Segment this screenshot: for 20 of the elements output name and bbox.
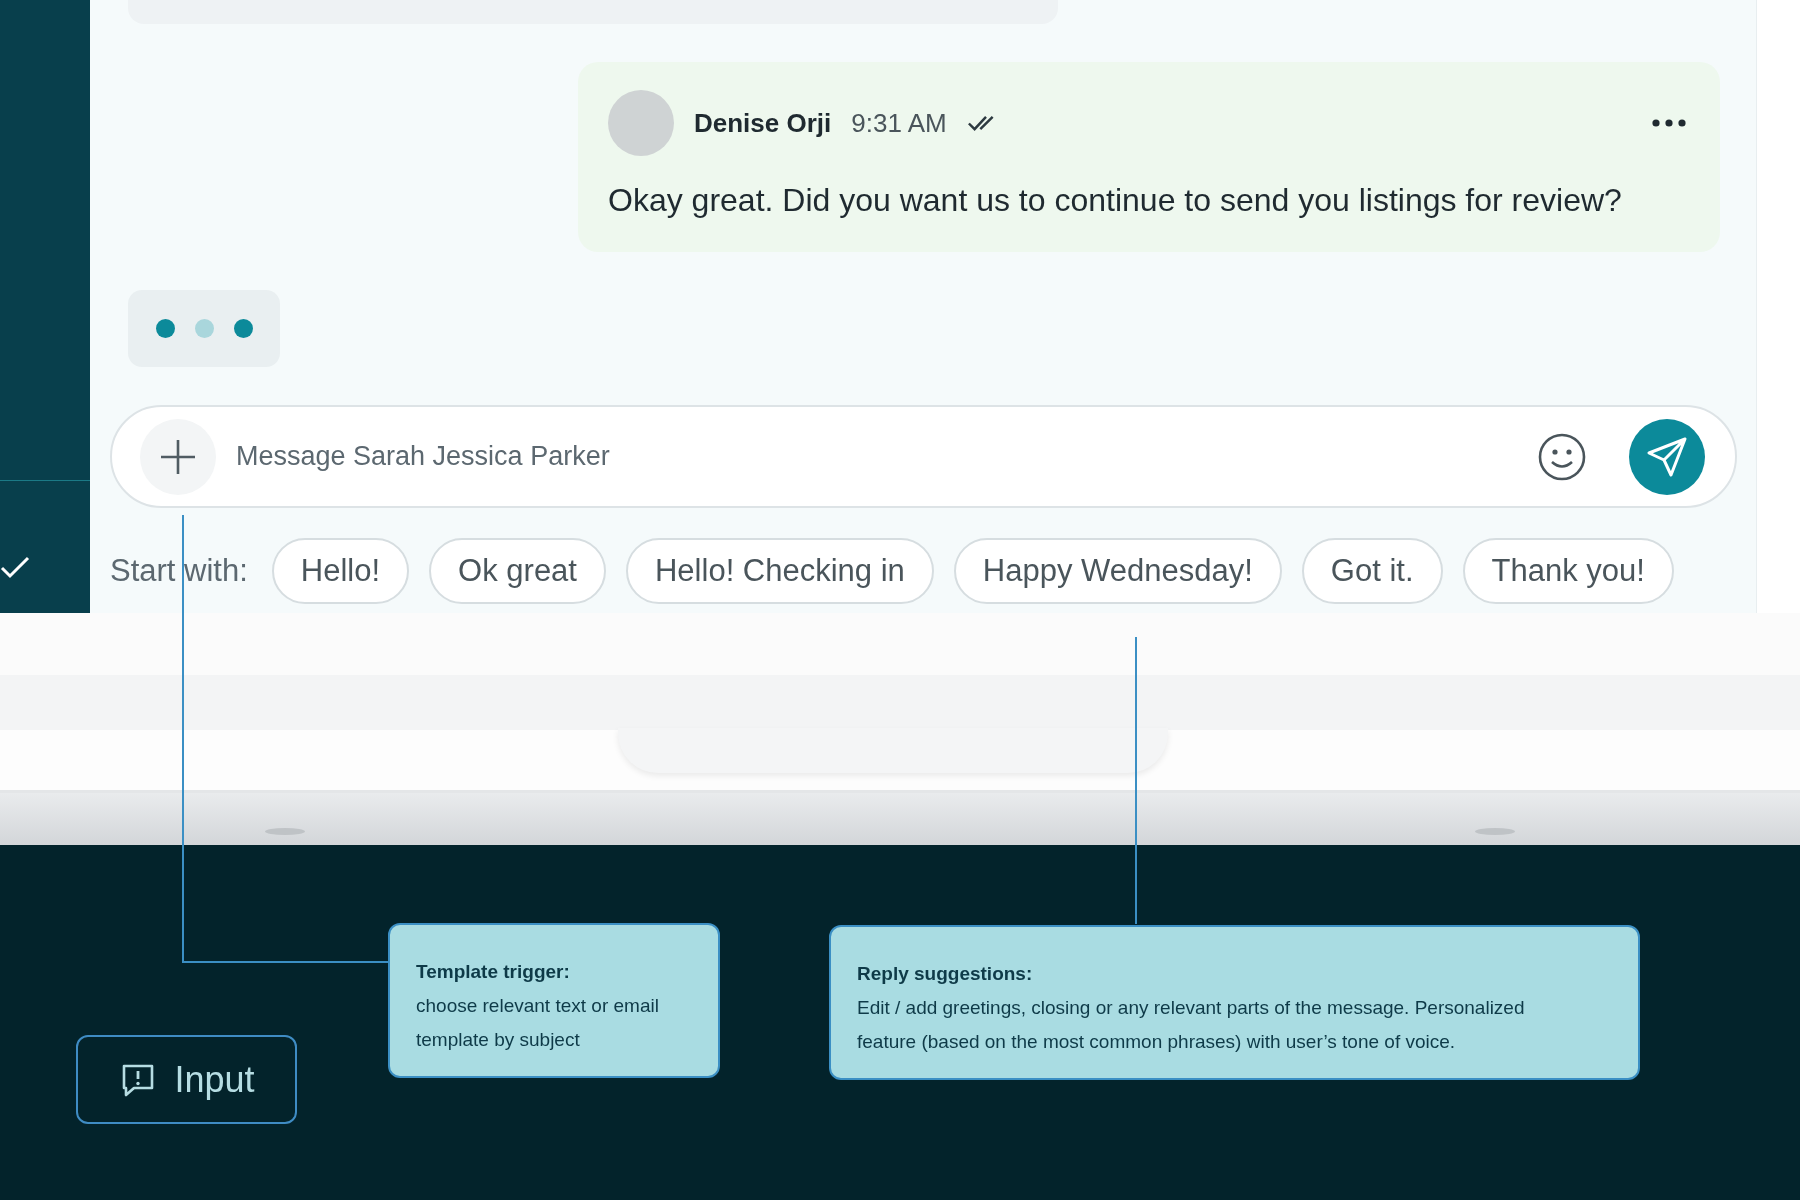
message-text: Okay great. Did you want us to continue to send you listings for review? bbox=[608, 182, 1623, 219]
author-name: Denise Orji bbox=[694, 107, 832, 139]
message-field[interactable]: Message Sarah Jessica Parker bbox=[110, 405, 1737, 508]
section-tag-label: Input bbox=[174, 1058, 255, 1101]
annotation-text: choose relevant text or email template by subject bbox=[416, 994, 660, 1052]
suggestion-chip[interactable]: Happy Wednesday! bbox=[953, 538, 1282, 604]
message-time: 9:31 AM bbox=[851, 107, 947, 139]
more-icon[interactable] bbox=[1652, 119, 1686, 127]
annotation-title: Reply suggestions: bbox=[857, 962, 1034, 986]
suggestion-chip[interactable]: Hello! Checking in bbox=[626, 538, 934, 604]
suggestion-chip[interactable]: Got it. bbox=[1301, 538, 1443, 604]
suggestion-chip[interactable]: Thank you! bbox=[1462, 538, 1674, 604]
suggestion-chip[interactable]: Ok great bbox=[429, 538, 606, 604]
annotation-title: Template trigger: bbox=[416, 960, 571, 984]
annotation-text: Edit / add greetings, closing or any relevant parts of the message. Personalized feature (based on the most common phrases) with user’s tone of voice. bbox=[857, 996, 1526, 1054]
checkmark-icon[interactable] bbox=[0, 555, 30, 579]
suggestion-chip[interactable]: Hello! bbox=[271, 538, 410, 604]
suggestions-label: Start with: bbox=[110, 553, 248, 589]
smiley-icon[interactable] bbox=[1537, 431, 1587, 482]
message-input[interactable]: Message Sarah Jessica Parker bbox=[234, 440, 1537, 473]
